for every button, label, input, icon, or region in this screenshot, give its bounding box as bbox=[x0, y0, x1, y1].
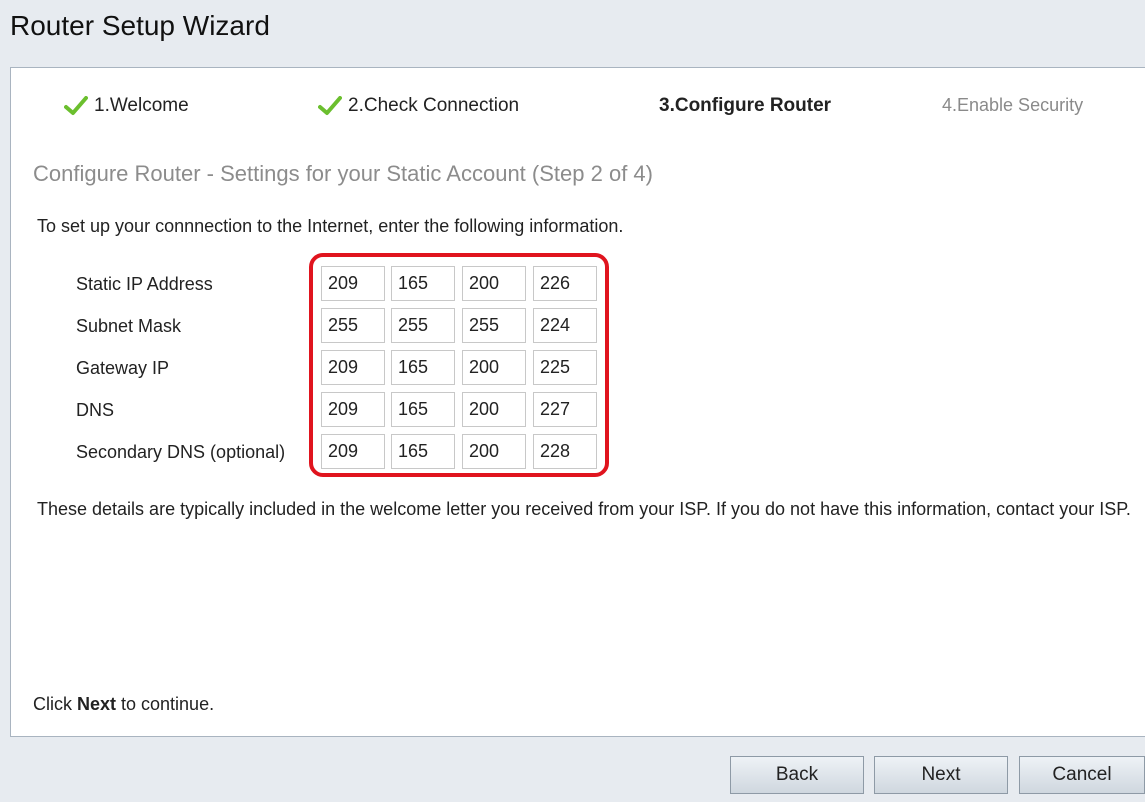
section-heading: Configure Router - Settings for your Sta… bbox=[33, 161, 653, 186]
step-label: 3.Configure Router bbox=[659, 95, 832, 116]
window-title: Router Setup Wizard bbox=[10, 10, 270, 41]
step-enable-security: 4.Enable Security bbox=[942, 95, 1083, 116]
subnet-mask-octet-4[interactable] bbox=[533, 308, 597, 343]
check-icon bbox=[64, 96, 88, 115]
dns-octet-1[interactable] bbox=[321, 392, 385, 427]
gateway-ip-label: Gateway IP bbox=[76, 358, 170, 378]
back-button[interactable]: Back bbox=[730, 756, 864, 794]
step-label: 4.Enable Security bbox=[942, 95, 1084, 115]
static-ip-octet-2[interactable] bbox=[391, 266, 455, 301]
dns-label: DNS bbox=[76, 400, 115, 420]
intro-text: To set up your connnection to the Intern… bbox=[37, 216, 624, 236]
next-button[interactable]: Next bbox=[874, 756, 1008, 794]
step-welcome: 1.Welcome bbox=[64, 95, 189, 117]
static-ip-octet-4[interactable] bbox=[533, 266, 597, 301]
subnet-mask-label: Subnet Mask bbox=[76, 316, 182, 336]
secondary-dns-octet-1[interactable] bbox=[321, 434, 385, 469]
step-configure-router: 3.Configure Router bbox=[659, 95, 831, 117]
static-ip-octet-1[interactable] bbox=[321, 266, 385, 301]
step-label: 1.Welcome bbox=[94, 95, 189, 116]
step-label: 2.Check Connection bbox=[348, 95, 520, 116]
secondary-dns-octet-2[interactable] bbox=[391, 434, 455, 469]
gateway-ip-octet-2[interactable] bbox=[391, 350, 455, 385]
continue-bold: Next bbox=[77, 694, 117, 714]
continue-prefix: Click bbox=[33, 694, 77, 714]
secondary-dns-octet-3[interactable] bbox=[462, 434, 526, 469]
gateway-ip-octet-4[interactable] bbox=[533, 350, 597, 385]
subnet-mask-octet-3[interactable] bbox=[462, 308, 526, 343]
gateway-ip-octet-3[interactable] bbox=[462, 350, 526, 385]
subnet-mask-octet-2[interactable] bbox=[391, 308, 455, 343]
secondary-dns-label: Secondary DNS (optional) bbox=[76, 442, 286, 462]
step-check-connection: 2.Check Connection bbox=[318, 95, 519, 117]
cancel-button[interactable]: Cancel bbox=[1019, 756, 1145, 794]
dns-octet-4[interactable] bbox=[533, 392, 597, 427]
static-ip-octet-3[interactable] bbox=[462, 266, 526, 301]
secondary-dns-octet-4[interactable] bbox=[533, 434, 597, 469]
gateway-ip-octet-1[interactable] bbox=[321, 350, 385, 385]
subnet-mask-octet-1[interactable] bbox=[321, 308, 385, 343]
dns-octet-3[interactable] bbox=[462, 392, 526, 427]
continue-instruction: Click Next to continue. bbox=[33, 694, 214, 715]
isp-note: These details are typically included in … bbox=[37, 499, 1131, 519]
dns-octet-2[interactable] bbox=[391, 392, 455, 427]
continue-suffix: to continue. bbox=[116, 694, 215, 714]
static-ip-label: Static IP Address bbox=[76, 274, 213, 294]
check-icon bbox=[318, 96, 342, 115]
